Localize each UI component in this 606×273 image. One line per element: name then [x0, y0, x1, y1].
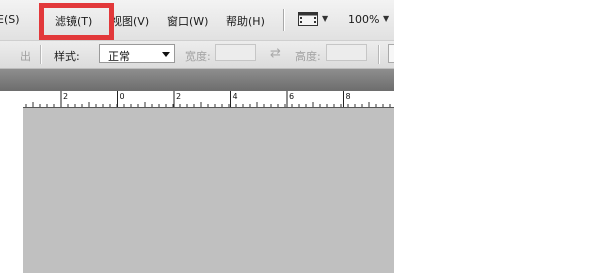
ruler-label: 0 [120, 92, 125, 101]
ruler-ticks: 2 0 2 4 6 8 [25, 91, 391, 107]
ruler-corner [0, 91, 23, 273]
style-select[interactable]: 正常 [99, 44, 175, 63]
highlight-box [39, 3, 114, 40]
refine-edge-button[interactable] [388, 44, 394, 63]
options-bar: 出 样式: 正常 宽度: ⇄ 高度: [0, 41, 394, 69]
height-field[interactable] [326, 44, 367, 61]
height-label: 高度: [295, 50, 321, 63]
width-field[interactable] [215, 44, 256, 61]
ruler-label: 2 [176, 92, 181, 101]
document-tab-strip [0, 69, 394, 91]
menu-window[interactable]: 窗口(W) [167, 13, 208, 29]
swap-icon[interactable]: ⇄ [270, 46, 281, 61]
options-separator [378, 45, 380, 64]
ruler-label: 6 [289, 92, 294, 101]
feather-label: 出 [20, 50, 31, 63]
menu-edit[interactable]: E(S) [0, 13, 20, 26]
ruler-label: 2 [63, 92, 68, 101]
menu-view[interactable]: 视图(V) [111, 13, 149, 29]
photoshop-window: E(S) 滤镜(T) 视图(V) 窗口(W) 帮助(H) ▼ 100% ▼ 出 … [0, 0, 394, 273]
width-label: 宽度: [185, 50, 211, 63]
options-separator [40, 45, 42, 64]
document-canvas[interactable] [23, 108, 394, 273]
style-label: 样式: [54, 50, 80, 63]
menu-help[interactable]: 帮助(H) [226, 13, 265, 29]
chevron-down-icon[interactable]: ▼ [383, 14, 389, 23]
arrange-documents-icon[interactable] [298, 12, 318, 26]
chevron-down-icon[interactable]: ▼ [322, 14, 328, 23]
ruler-label: 4 [233, 92, 238, 101]
menu-separator [283, 9, 285, 31]
ruler-label: 8 [346, 92, 351, 101]
style-select-value: 正常 [108, 50, 130, 63]
chevron-down-icon [162, 52, 170, 57]
zoom-level[interactable]: 100% [348, 13, 379, 26]
horizontal-ruler[interactable]: 2 0 2 4 6 8 [23, 91, 394, 108]
